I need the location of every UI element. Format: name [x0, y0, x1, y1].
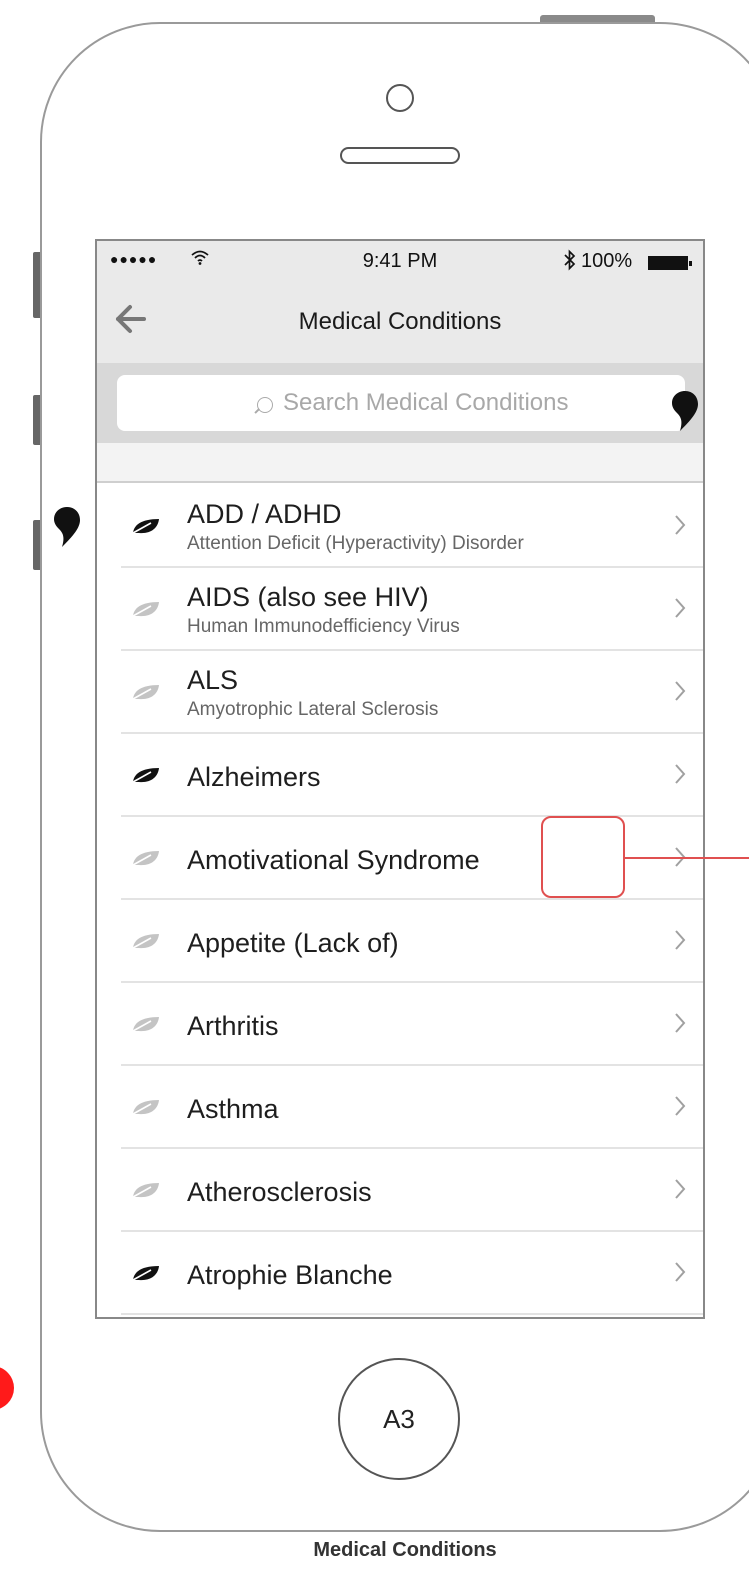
leaf-icon [131, 1181, 161, 1199]
condition-name: Atherosclerosis [187, 1177, 372, 1207]
condition-name: Appetite (Lack of) [187, 928, 399, 958]
condition-name: Alzheimers [187, 762, 321, 792]
status-bar: ●●●●● 9:41 PM 100% [97, 241, 703, 281]
condition-subtitle: Human Immunodefficiency Virus [187, 616, 460, 637]
screen-caption: Medical Conditions [313, 1539, 497, 1561]
front-camera [386, 84, 414, 112]
annotation-pin-icon [54, 507, 80, 547]
earpiece-speaker [340, 147, 460, 164]
search-input[interactable] [283, 385, 643, 421]
leaf-icon [131, 1264, 161, 1282]
leaf-icon [131, 849, 161, 867]
condition-name: ADD / ADHD [187, 499, 342, 529]
list-item[interactable]: AIDS (also see HIV) Human Immunodefficien… [97, 568, 703, 651]
condition-list: ADD / ADHD Attention Deficit (Hyperactivi… [97, 485, 703, 1315]
annotation-connector-line [625, 857, 749, 859]
list-item[interactable]: Atherosclerosis [97, 1149, 703, 1232]
condition-name: Asthma [187, 1094, 279, 1124]
phone-screen: ●●●●● 9:41 PM 100% Medical Conditions Se… [95, 239, 705, 1319]
condition-name: Atrophie Blanche [187, 1260, 393, 1290]
leaf-icon [131, 1098, 161, 1116]
chevron-right-icon [673, 596, 687, 620]
condition-subtitle: Attention Deficit (Hyperactivity) Disord… [187, 533, 524, 554]
annotation-pin-icon [672, 391, 698, 431]
annotation-hotspot-box [541, 816, 625, 898]
annotation-red-dot [0, 1366, 14, 1410]
chevron-right-icon [673, 1177, 687, 1201]
condition-name: Arthritis [187, 1011, 279, 1041]
search-icon [257, 397, 273, 413]
search-bar-container [97, 363, 703, 443]
list-item[interactable]: ADD / ADHD Attention Deficit (Hyperactivi… [97, 485, 703, 568]
search-box[interactable] [117, 375, 698, 431]
condition-name: ALS [187, 665, 239, 695]
chevron-right-icon [673, 928, 687, 952]
chevron-right-icon [673, 762, 687, 786]
leaf-icon [131, 517, 161, 535]
battery-percentage: 100% [581, 250, 633, 272]
chevron-right-icon [673, 1094, 687, 1118]
chevron-right-icon [673, 1011, 687, 1035]
chevron-right-icon [673, 513, 687, 537]
navigation-bar: Medical Conditions [97, 281, 703, 363]
list-item[interactable]: ALS Amyotrophic Lateral Sclerosis [97, 651, 703, 734]
condition-name: AIDS (also see HIV) [187, 582, 429, 612]
page-title: Medical Conditions [298, 308, 502, 335]
leaf-icon [131, 766, 161, 784]
condition-subtitle: Amyotrophic Lateral Sclerosis [187, 699, 439, 720]
leaf-icon [131, 683, 161, 701]
leaf-icon [131, 600, 161, 618]
list-item[interactable]: Appetite (Lack of) [97, 900, 703, 983]
battery-icon [648, 256, 692, 270]
list-item[interactable]: Alzheimers [97, 734, 703, 817]
leaf-icon [131, 932, 161, 950]
bluetooth-icon [563, 249, 577, 277]
chevron-right-icon [673, 1260, 687, 1284]
home-button[interactable]: A3 [338, 1358, 460, 1480]
list-item[interactable]: Asthma [97, 1066, 703, 1149]
chevron-right-icon [673, 679, 687, 703]
list-item[interactable]: Arthritis [97, 983, 703, 1066]
list-item[interactable]: Atrophie Blanche [97, 1232, 703, 1315]
list-section-header [97, 443, 703, 483]
condition-name: Amotivational Syndrome [187, 845, 480, 875]
leaf-icon [131, 1015, 161, 1033]
